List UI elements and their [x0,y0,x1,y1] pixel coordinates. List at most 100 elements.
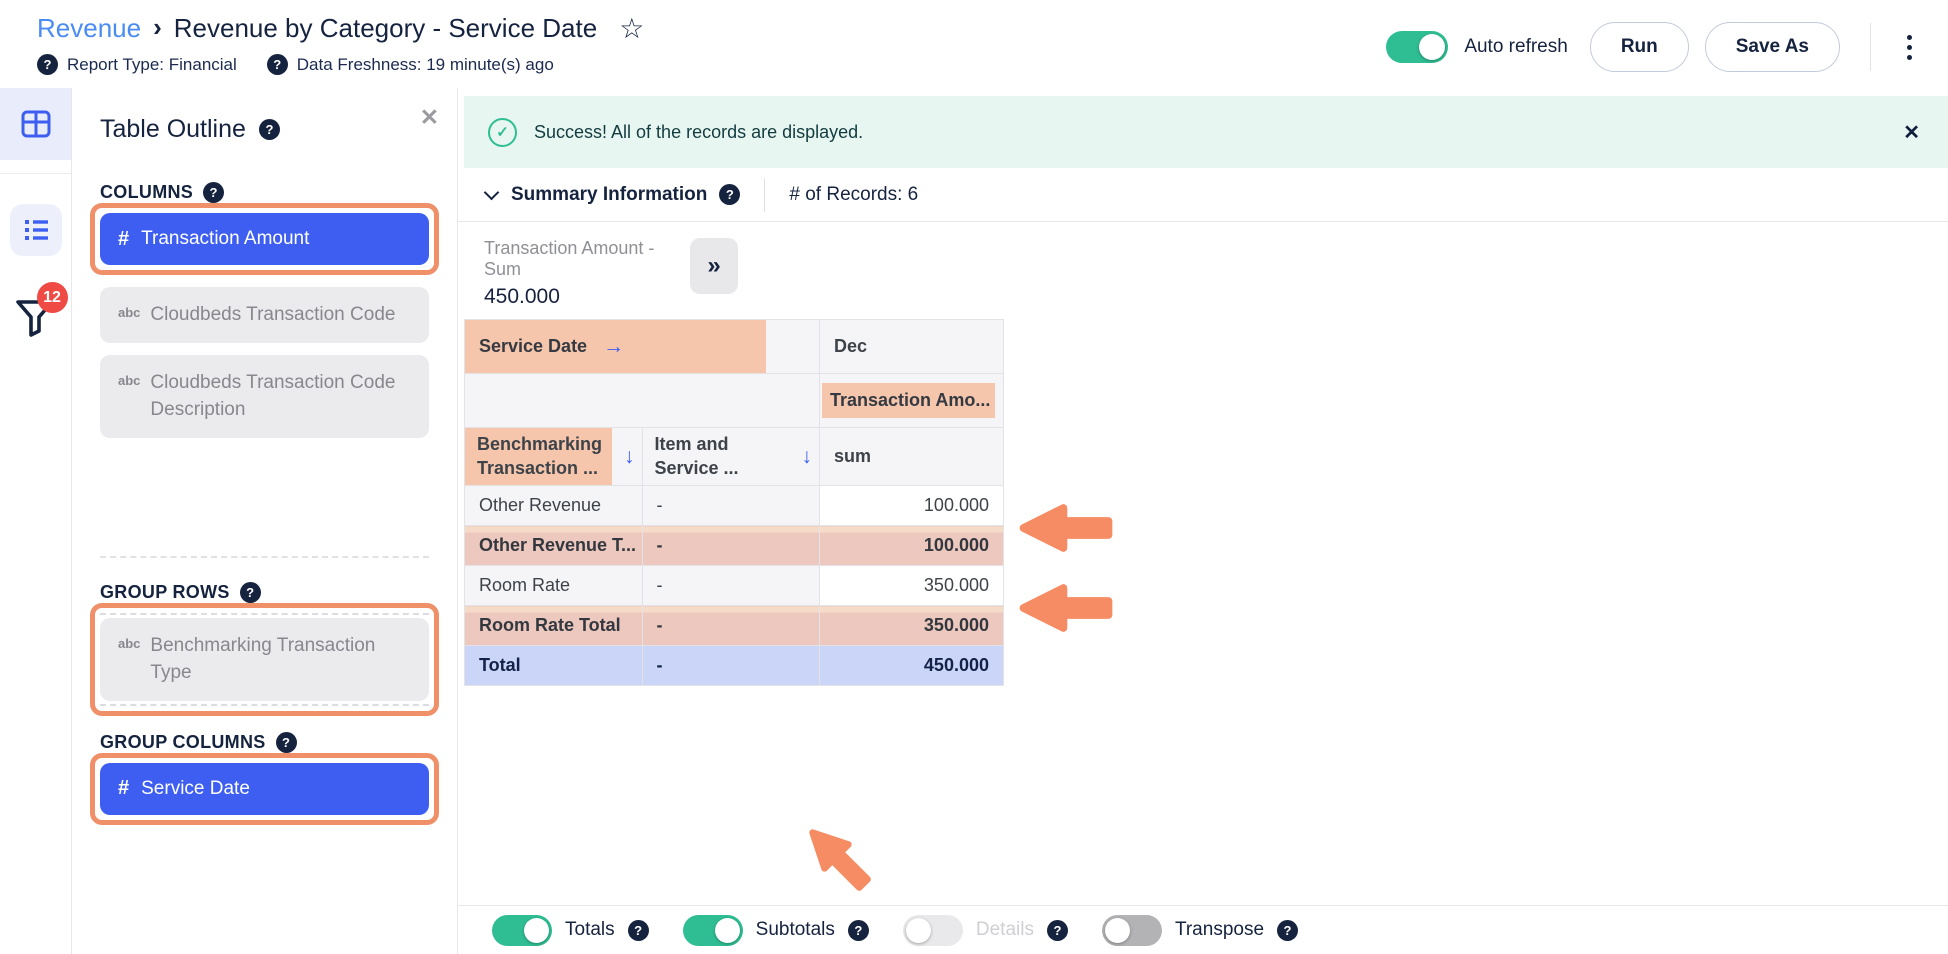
aggregation-header-cell: sum [820,428,1004,486]
kebab-menu-icon[interactable] [1897,27,1922,68]
subtotal-row: Other Revenue T... - 100.000 [465,526,1004,566]
help-icon[interactable]: ? [628,920,649,941]
row-amount-cell: 350.000 [820,566,1004,606]
text-type-icon: abc [118,304,140,323]
transpose-toggle[interactable] [1102,915,1162,946]
help-icon[interactable]: ? [1277,920,1298,941]
table-outline-panel: ✕ Table Outline ? COLUMNS ? # Transactio… [72,88,458,954]
divider [0,173,71,174]
records-count: # of Records: 6 [789,184,918,206]
success-banner-text: Success! All of the records are displaye… [534,122,863,143]
column-group-label-cell: Service Date → [465,320,820,374]
report-type-label: Report Type: Financial [67,55,237,75]
drop-zone: abc Benchmarking Transaction Type [100,613,429,706]
divider [764,178,765,212]
expand-summary-button[interactable]: » [690,238,738,294]
sort-descending-icon[interactable]: ↓ [802,445,813,469]
row-amount-cell: 100.000 [820,526,1004,566]
breadcrumb-separator-icon: › [153,12,162,43]
row-header-item-service[interactable]: Item and Service ... ↓ [642,428,820,486]
totals-toggle-group: Totals ? [492,915,649,946]
data-freshness-label: Data Freshness: 19 minute(s) ago [297,55,554,75]
breadcrumb-root-link[interactable]: Revenue [37,13,141,44]
totals-toggle[interactable] [492,915,552,946]
field-pill-cloudbeds-transaction-code[interactable]: abc Cloudbeds Transaction Code [100,287,429,343]
help-icon[interactable]: ? [848,920,869,941]
field-pill-cloudbeds-transaction-code-description[interactable]: abc Cloudbeds Transaction Code Descripti… [100,355,429,438]
auto-refresh-label: Auto refresh [1464,36,1568,58]
transpose-toggle-group: Transpose ? [1102,915,1298,946]
favorite-star-icon[interactable]: ☆ [619,12,644,45]
text-type-icon: abc [118,635,140,654]
metric-label: Transaction Amount - Sum [484,238,690,280]
column-group-header-row: Service Date → Dec [465,320,1004,374]
main-area: ✓ Success! All of the records are displa… [458,88,1948,954]
top-bar-actions: Auto refresh Run Save As [1386,22,1922,72]
report-content: Transaction Amount - Sum 450.000 » Servi… [458,222,1948,954]
help-icon[interactable]: ? [259,119,280,140]
help-icon[interactable]: ? [240,582,261,603]
rail-item-table-outline[interactable] [0,88,71,160]
row-value-cell: - [642,646,820,686]
details-toggle[interactable] [903,915,963,946]
rail-item-list[interactable] [10,204,62,256]
field-pill-benchmarking-transaction-type[interactable]: abc Benchmarking Transaction Type [100,618,429,701]
transpose-label: Transpose [1175,919,1264,941]
help-icon[interactable]: ? [1047,920,1068,941]
table-icon [20,108,52,140]
auto-refresh-toggle[interactable] [1386,31,1448,63]
data-freshness: ? Data Freshness: 19 minute(s) ago [267,54,554,75]
totals-label: Totals [565,919,615,941]
field-pill-service-date[interactable]: # Service Date [100,763,429,815]
success-banner: ✓ Success! All of the records are displa… [464,96,1948,168]
help-icon[interactable]: ? [719,184,740,205]
top-bar: Revenue › Revenue by Category - Service … [0,0,1948,88]
annotation-highlight-box: # Service Date [90,753,439,825]
subtotal-row: Room Rate Total - 350.000 [465,606,1004,646]
annotation-highlight: Transaction Amo... [822,383,995,418]
save-as-button[interactable]: Save As [1705,22,1840,72]
row-value-cell: - [642,606,820,646]
toggle-knob [524,918,549,943]
toggle-knob [1105,918,1130,943]
row-value-cell: - [642,486,820,526]
filter-count-badge: 12 [37,282,68,313]
help-icon[interactable]: ? [203,182,224,203]
chevron-down-icon[interactable] [484,185,500,201]
list-icon [20,214,52,246]
field-pill-transaction-amount[interactable]: # Transaction Amount [100,213,429,265]
subtotals-toggle-group: Subtotals ? [683,915,869,946]
sort-descending-icon[interactable]: ↓ [624,445,635,469]
numeric-type-icon: # [118,777,129,800]
pivot-table: Service Date → Dec Transaction Amo... [464,319,1004,686]
top-bar-left: Revenue › Revenue by Category - Service … [37,12,644,75]
panel-close-icon[interactable]: ✕ [420,104,439,131]
subtotals-toggle[interactable] [683,915,743,946]
row-header-benchmarking[interactable]: Benchmarking Transaction ... ↓ [465,428,643,486]
help-icon[interactable]: ? [267,54,288,75]
annotation-arrow-left-icon [1014,582,1118,634]
banner-close-icon[interactable]: ✕ [1903,120,1920,145]
help-icon[interactable]: ? [37,54,58,75]
table-options-bar: Totals ? Subtotals ? Details ? Transpose… [458,905,1948,954]
toggle-knob [906,918,931,943]
row-value-cell: - [642,526,820,566]
summary-metric: Transaction Amount - Sum 450.000 [484,238,690,309]
panel-title: Table Outline [100,115,246,144]
row-header-row: Benchmarking Transaction ... ↓ Item and … [465,428,1004,486]
summary-information-label: Summary Information [511,184,707,206]
run-button[interactable]: Run [1590,22,1689,72]
row-amount-cell: 350.000 [820,606,1004,646]
details-label: Details [976,919,1034,941]
summary-information-bar: Summary Information ? # of Records: 6 [458,168,1948,222]
row-label-cell: Other Revenue [465,486,643,526]
summary-metric-row: Transaction Amount - Sum 450.000 » [484,238,1948,309]
row-value-cell: - [642,566,820,606]
annotation-arrow-down-left-icon [790,810,886,906]
annotation-highlight: Service Date → [465,320,766,373]
row-amount-cell: 100.000 [820,486,1004,526]
help-icon[interactable]: ? [276,732,297,753]
annotation-arrow-left-icon [1014,502,1118,554]
rail-item-filters[interactable]: 12 [14,298,58,343]
group-columns-heading: GROUP COLUMNS ? [100,732,429,753]
